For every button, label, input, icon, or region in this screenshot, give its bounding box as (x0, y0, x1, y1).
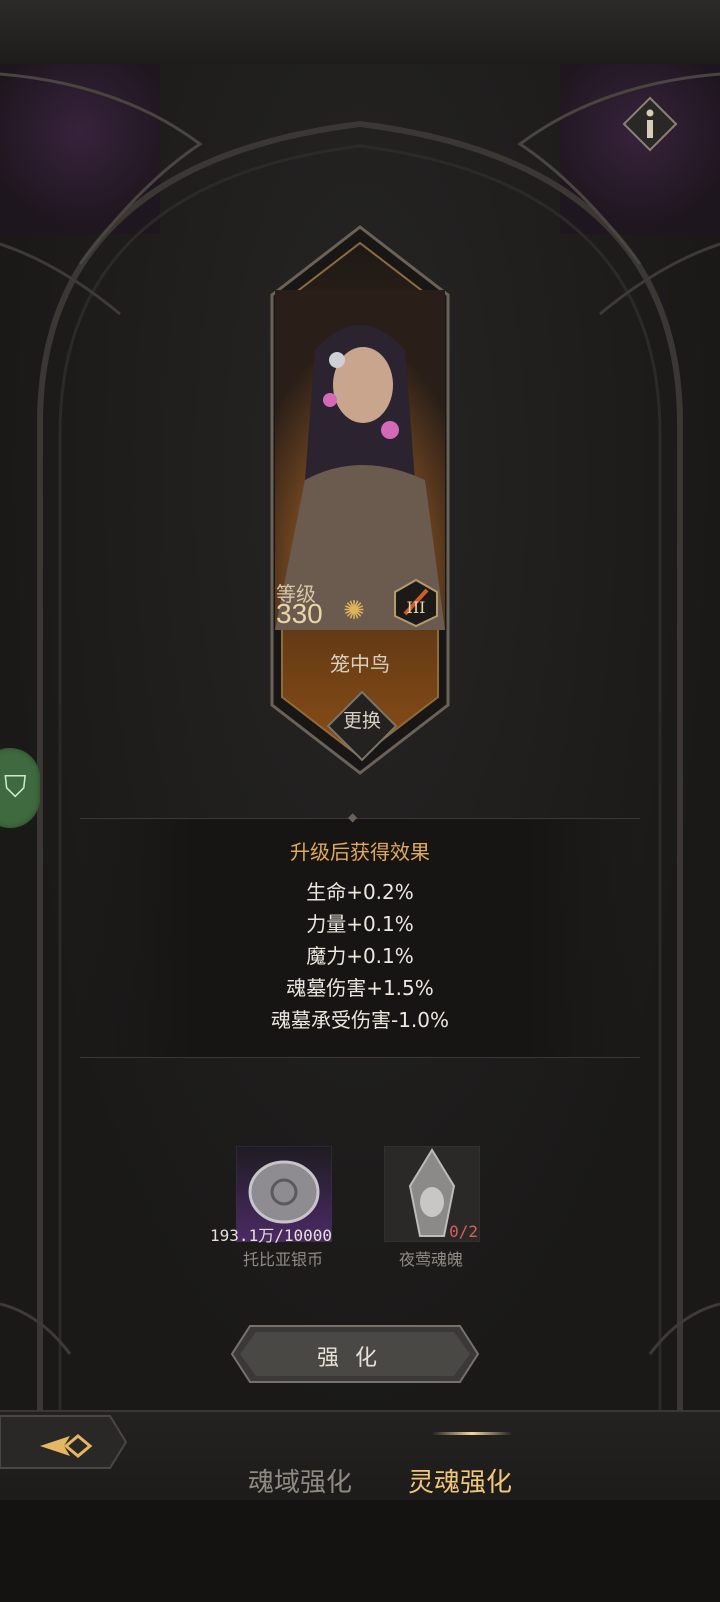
material-count: 193.1万/10000 (210, 1226, 332, 1245)
side-drawer-tab[interactable]: ⛉ (0, 748, 40, 828)
effect-line: 魔力+0.1% (306, 944, 414, 968)
effect-line: 力量+0.1% (306, 912, 414, 936)
change-button-label: 更换 (342, 710, 381, 732)
level-value: 330 (276, 598, 323, 629)
material-count: 0/2 (449, 1222, 478, 1241)
effects-title: 升级后获得效果 (290, 840, 430, 864)
material-name: 夜莺魂魄 (398, 1250, 463, 1269)
upgrade-button-label: 强化 (316, 1346, 393, 1371)
rank-label: III (406, 598, 426, 617)
top-bar (0, 0, 720, 66)
material-name: 托比亚银币 (242, 1250, 323, 1269)
effect-line: 生命+0.2% (306, 880, 414, 904)
sun-emblem-icon: ✺ (343, 596, 365, 626)
info-button[interactable] (622, 96, 678, 152)
tab-soul-upgrade[interactable]: 灵魂强化 (408, 1462, 512, 1499)
active-tab-indicator (432, 1432, 512, 1435)
effect-line: 魂墓伤害+1.5% (286, 976, 434, 1000)
bottom-strip (0, 1500, 720, 1600)
character-name: 笼中鸟 (330, 652, 390, 676)
effect-line: 魂墓承受伤害-1.0% (270, 1008, 450, 1032)
tab-soul-domain[interactable]: 魂域强化 (248, 1462, 352, 1499)
shield-icon: ⛉ (4, 770, 27, 805)
panel-top-ornament: ◆ (348, 810, 358, 824)
back-button[interactable] (0, 1412, 130, 1472)
